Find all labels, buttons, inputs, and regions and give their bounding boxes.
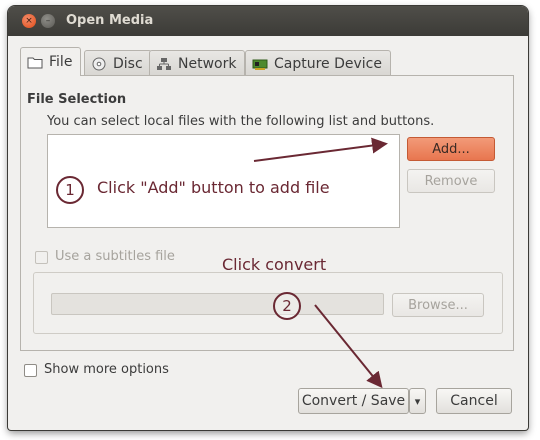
annotation-arrows [253,137,388,389]
open-media-dialog: × – Open Media File Disc Network Capture… [8,6,528,430]
arrow-to-add-button [253,137,388,162]
arrow-to-convert-button [314,304,383,389]
